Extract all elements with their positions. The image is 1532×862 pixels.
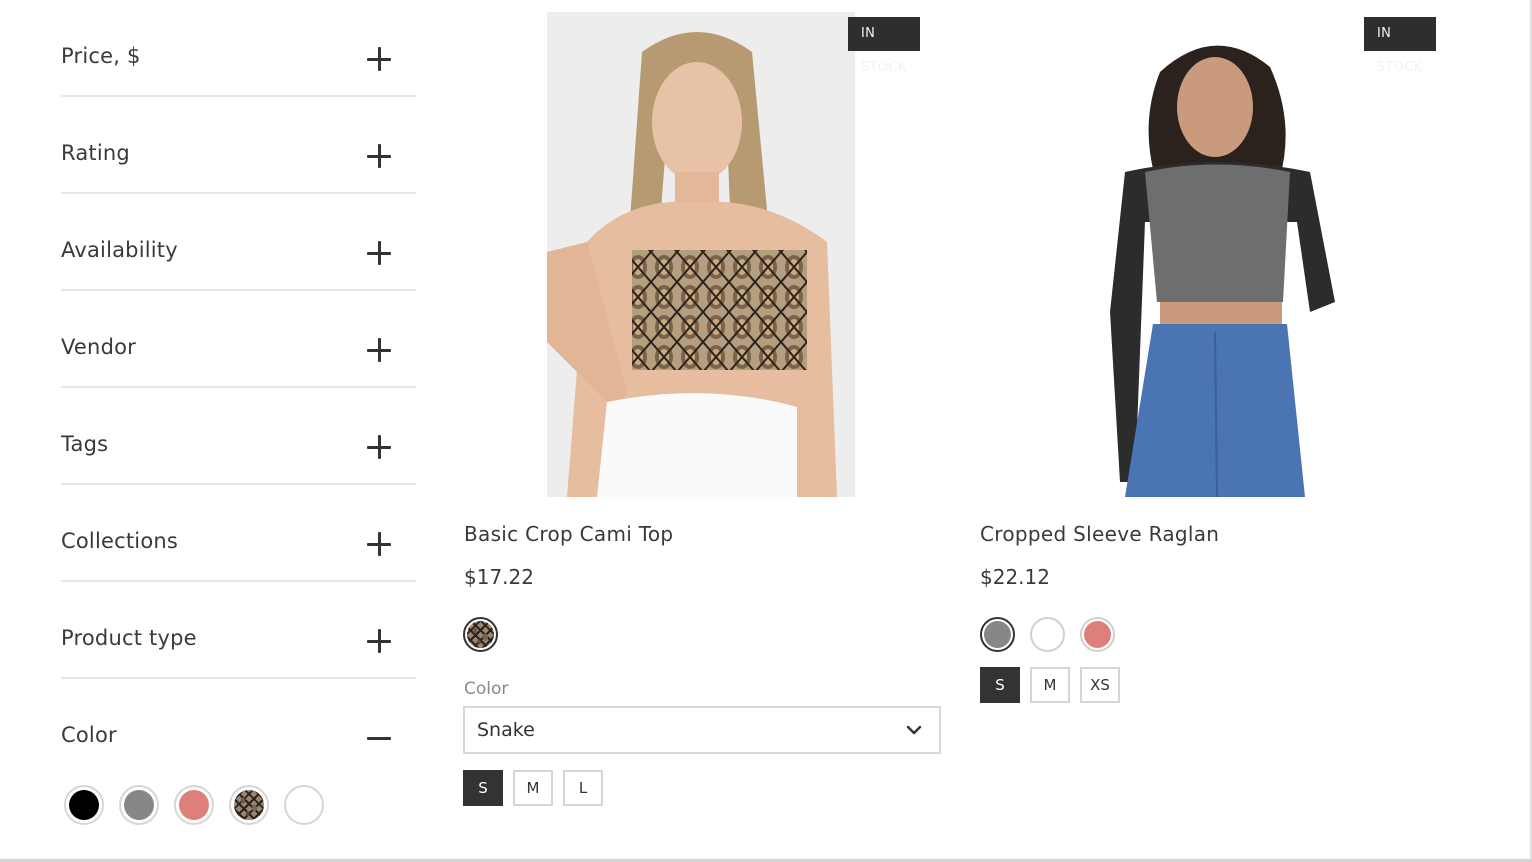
filter-label: Product type bbox=[61, 626, 197, 650]
product-image[interactable] bbox=[547, 12, 855, 497]
stock-badge: IN STOCK bbox=[1364, 17, 1436, 75]
filter-label: Collections bbox=[61, 529, 179, 553]
size-option[interactable]: XS bbox=[1080, 667, 1120, 703]
filter-product-type[interactable]: Product type bbox=[61, 582, 416, 679]
filter-label: Color bbox=[61, 723, 117, 747]
size-option[interactable]: L bbox=[563, 770, 603, 806]
plus-icon[interactable] bbox=[367, 144, 391, 168]
product-price: $22.12 bbox=[980, 565, 1050, 589]
filter-color[interactable]: Color bbox=[61, 679, 416, 859]
filter-availability[interactable]: Availability bbox=[61, 194, 416, 291]
plus-icon[interactable] bbox=[367, 532, 391, 556]
swatch-snake[interactable] bbox=[463, 617, 498, 652]
size-option[interactable]: M bbox=[1030, 667, 1070, 703]
swatch-grey[interactable] bbox=[119, 785, 159, 825]
filter-rating[interactable]: Rating bbox=[61, 97, 416, 194]
size-option[interactable]: M bbox=[513, 770, 553, 806]
filter-label: Vendor bbox=[61, 335, 136, 359]
product-title[interactable]: Cropped Sleeve Raglan bbox=[980, 522, 1219, 546]
product-swatches bbox=[980, 617, 1115, 652]
filter-sidebar: Price, $ Rating Availability Vendor Tags… bbox=[61, 0, 416, 859]
filter-label: Price, $ bbox=[61, 44, 141, 68]
swatch-white[interactable] bbox=[284, 785, 324, 825]
size-option[interactable]: S bbox=[980, 667, 1020, 703]
filter-label: Tags bbox=[61, 432, 109, 456]
filter-label: Availability bbox=[61, 238, 178, 262]
color-label: Color bbox=[464, 679, 509, 699]
swatch-snake[interactable] bbox=[229, 785, 269, 825]
product-swatches bbox=[463, 617, 498, 652]
filter-vendor[interactable]: Vendor bbox=[61, 291, 416, 388]
plus-icon[interactable] bbox=[367, 435, 391, 459]
size-option[interactable]: S bbox=[463, 770, 503, 806]
model-photo bbox=[1065, 12, 1375, 497]
chevron-down-icon bbox=[906, 725, 922, 735]
size-options: S M XS bbox=[980, 667, 1120, 703]
plus-icon[interactable] bbox=[367, 47, 391, 71]
filter-collections[interactable]: Collections bbox=[61, 485, 416, 582]
model-photo bbox=[547, 12, 855, 497]
filter-label: Rating bbox=[61, 141, 130, 165]
product-title[interactable]: Basic Crop Cami Top bbox=[464, 522, 673, 546]
stock-badge: IN STOCK bbox=[848, 17, 920, 75]
swatch-pink[interactable] bbox=[1080, 617, 1115, 652]
swatch-black[interactable] bbox=[64, 785, 104, 825]
swatch-grey[interactable] bbox=[980, 617, 1015, 652]
filter-price[interactable]: Price, $ bbox=[61, 0, 416, 97]
product-price: $17.22 bbox=[464, 565, 534, 589]
color-filter-swatches bbox=[64, 785, 324, 825]
minus-icon[interactable] bbox=[367, 726, 391, 750]
swatch-pink[interactable] bbox=[174, 785, 214, 825]
size-options: S M L bbox=[463, 770, 603, 806]
plus-icon[interactable] bbox=[367, 338, 391, 362]
product-image[interactable] bbox=[1065, 12, 1375, 497]
color-select[interactable]: Snake bbox=[463, 706, 941, 754]
color-select-value: Snake bbox=[477, 719, 535, 741]
plus-icon[interactable] bbox=[367, 241, 391, 265]
filter-tags[interactable]: Tags bbox=[61, 388, 416, 485]
plus-icon[interactable] bbox=[367, 629, 391, 653]
swatch-white[interactable] bbox=[1030, 617, 1065, 652]
